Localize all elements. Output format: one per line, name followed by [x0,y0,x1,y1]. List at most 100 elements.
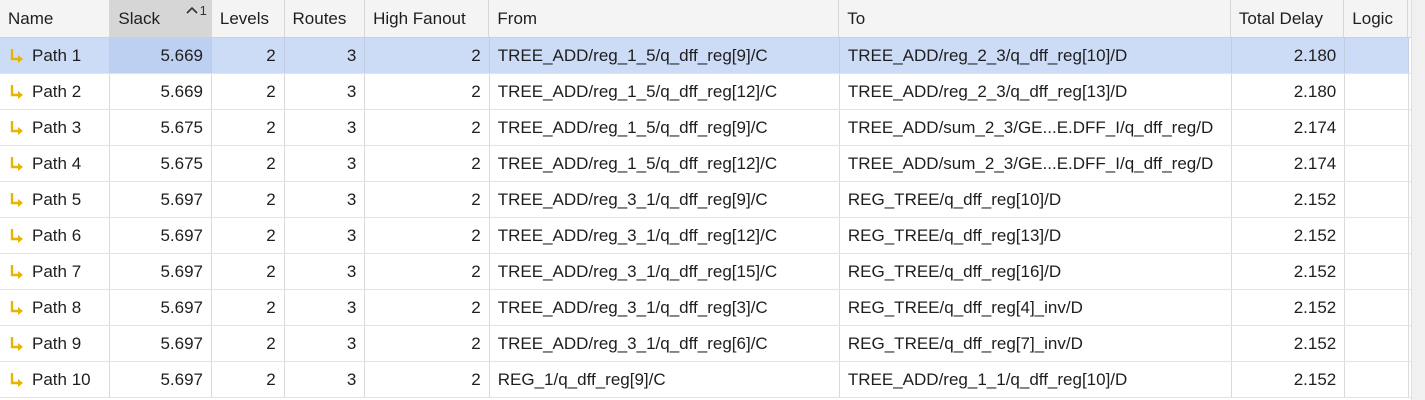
table-row[interactable]: Path 9 5.697 2 3 2 TREE_ADD/reg_3_1/q_df… [0,326,1425,362]
cell-logic [1345,290,1409,325]
cell-levels: 2 [212,290,285,325]
column-header-from[interactable]: From [489,0,840,37]
cell-to: TREE_ADD/reg_1_1/q_dff_reg[10]/D [840,362,1232,397]
column-header-label: Total Delay [1238,8,1324,28]
cell-from: TREE_ADD/reg_1_5/q_dff_reg[9]/C [490,110,840,145]
cell-slack: 5.675 [110,110,213,145]
table-row[interactable]: Path 7 5.697 2 3 2 TREE_ADD/reg_3_1/q_df… [0,254,1425,290]
cell-name: Path 5 [0,182,111,217]
table-row[interactable]: Path 6 5.697 2 3 2 TREE_ADD/reg_3_1/q_df… [0,218,1425,254]
cell-routes: 3 [285,290,366,325]
cell-from: TREE_ADD/reg_3_1/q_dff_reg[9]/C [490,182,840,217]
cell-high-fanout: 2 [365,362,490,397]
cell-routes: 3 [285,146,366,181]
cell-total-delay: 2.174 [1232,146,1346,181]
table-row[interactable]: Path 5 5.697 2 3 2 TREE_ADD/reg_3_1/q_df… [0,182,1425,218]
path-name: Path 4 [32,153,82,173]
cell-from: TREE_ADD/reg_3_1/q_dff_reg[12]/C [490,218,840,253]
column-header-levels[interactable]: Levels [212,0,285,37]
cell-high-fanout: 2 [365,74,490,109]
cell-from: TREE_ADD/reg_1_5/q_dff_reg[9]/C [490,38,840,73]
cell-to: TREE_ADD/sum_2_3/GE...E.DFF_I/q_dff_reg/… [840,110,1232,145]
cell-logic [1345,74,1409,109]
table-row[interactable]: Path 2 5.669 2 3 2 TREE_ADD/reg_1_5/q_df… [0,74,1425,110]
table-row[interactable]: Path 10 5.697 2 3 2 REG_1/q_dff_reg[9]/C… [0,362,1425,398]
path-name: Path 9 [32,333,82,353]
column-header-to[interactable]: To [839,0,1231,37]
column-header-label: Logic [1352,8,1393,28]
cell-levels: 2 [212,326,285,361]
column-header-routes[interactable]: Routes [285,0,366,37]
cell-slack: 5.669 [110,38,213,73]
table-row[interactable]: Path 1 5.669 2 3 2 TREE_ADD/reg_1_5/q_df… [0,38,1425,74]
sort-indicator: 1 [186,3,207,18]
cell-total-delay: 2.180 [1232,38,1346,73]
cell-total-delay: 2.152 [1232,182,1346,217]
cell-logic [1345,362,1409,397]
path-name: Path 5 [32,189,82,209]
table-header: Name Slack 1 Levels Routes High Fanout F… [0,0,1425,38]
cell-slack: 5.697 [110,362,213,397]
cell-routes: 3 [285,182,366,217]
table-row[interactable]: Path 8 5.697 2 3 2 TREE_ADD/reg_3_1/q_df… [0,290,1425,326]
cell-high-fanout: 2 [365,254,490,289]
cell-levels: 2 [212,38,285,73]
cell-from: TREE_ADD/reg_3_1/q_dff_reg[15]/C [490,254,840,289]
cell-logic [1345,146,1409,181]
timing-path-icon [10,120,23,135]
cell-logic [1345,254,1409,289]
cell-from: TREE_ADD/reg_3_1/q_dff_reg[6]/C [490,326,840,361]
timing-path-icon [10,156,23,171]
cell-logic [1345,218,1409,253]
cell-levels: 2 [212,110,285,145]
timing-path-icon [10,264,23,279]
cell-high-fanout: 2 [365,326,490,361]
path-name: Path 7 [32,261,82,281]
cell-routes: 3 [285,110,366,145]
column-header-label: Slack [118,8,160,28]
cell-slack: 5.697 [110,326,213,361]
cell-levels: 2 [212,362,285,397]
cell-to: TREE_ADD/reg_2_3/q_dff_reg[10]/D [840,38,1232,73]
path-name: Path 6 [32,225,82,245]
cell-levels: 2 [212,146,285,181]
timing-path-icon [10,228,23,243]
cell-to: REG_TREE/q_dff_reg[16]/D [840,254,1232,289]
cell-levels: 2 [212,254,285,289]
column-header-logic[interactable]: Logic [1344,0,1408,37]
timing-path-icon [10,300,23,315]
cell-total-delay: 2.152 [1232,326,1346,361]
cell-routes: 3 [285,74,366,109]
cell-name: Path 8 [0,290,111,325]
cell-from: TREE_ADD/reg_3_1/q_dff_reg[3]/C [490,290,840,325]
cell-name: Path 2 [0,74,111,109]
cell-from: REG_1/q_dff_reg[9]/C [490,362,840,397]
timing-path-icon [10,336,23,351]
column-header-high-fanout[interactable]: High Fanout [365,0,490,37]
cell-total-delay: 2.152 [1232,254,1346,289]
cell-routes: 3 [285,38,366,73]
cell-name: Path 1 [0,38,111,73]
column-header-name[interactable]: Name [0,0,111,37]
cell-levels: 2 [212,218,285,253]
column-header-label: Name [8,8,54,28]
cell-to: REG_TREE/q_dff_reg[10]/D [840,182,1232,217]
column-header-total-delay[interactable]: Total Delay [1231,0,1345,37]
cell-slack: 5.669 [110,74,213,109]
cell-high-fanout: 2 [365,110,490,145]
cell-to: TREE_ADD/sum_2_3/GE...E.DFF_I/q_dff_reg/… [840,146,1232,181]
table-body: Path 1 5.669 2 3 2 TREE_ADD/reg_1_5/q_df… [0,38,1425,398]
cell-logic [1345,38,1409,73]
column-header-slack[interactable]: Slack 1 [110,0,212,37]
column-header-label: Routes [292,8,347,28]
cell-levels: 2 [212,182,285,217]
cell-name: Path 9 [0,326,111,361]
column-header-label: To [847,8,866,28]
table-row[interactable]: Path 4 5.675 2 3 2 TREE_ADD/reg_1_5/q_df… [0,146,1425,182]
caret-up-icon [186,6,198,14]
path-name: Path 8 [32,297,82,317]
cell-name: Path 3 [0,110,111,145]
table-row[interactable]: Path 3 5.675 2 3 2 TREE_ADD/reg_1_5/q_df… [0,110,1425,146]
cell-total-delay: 2.174 [1232,110,1346,145]
vertical-scrollbar[interactable] [1411,0,1425,400]
